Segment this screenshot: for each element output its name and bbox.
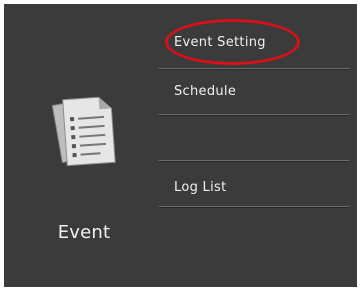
event-menu: Event Setting Schedule Log List — [159, 4, 357, 287]
menu-item-schedule[interactable]: Schedule — [159, 72, 351, 116]
menu-item-label: Schedule — [174, 84, 237, 99]
event-panel: Event Event Setting Schedule Log List — [4, 4, 357, 287]
menu-item-label: Log List — [174, 180, 227, 195]
menu-divider — [159, 206, 349, 208]
menu-divider — [159, 114, 349, 116]
menu-item-log-list[interactable]: Log List — [159, 164, 351, 208]
document-list-icon — [51, 96, 116, 167]
menu-divider — [159, 68, 349, 70]
menu-item-event-setting[interactable]: Event Setting — [159, 26, 351, 70]
event-section: Event — [4, 4, 154, 287]
event-label: Event — [57, 222, 111, 243]
menu-divider — [159, 160, 349, 162]
menu-item-label: Event Setting — [174, 35, 266, 50]
menu-item-empty — [159, 118, 351, 162]
